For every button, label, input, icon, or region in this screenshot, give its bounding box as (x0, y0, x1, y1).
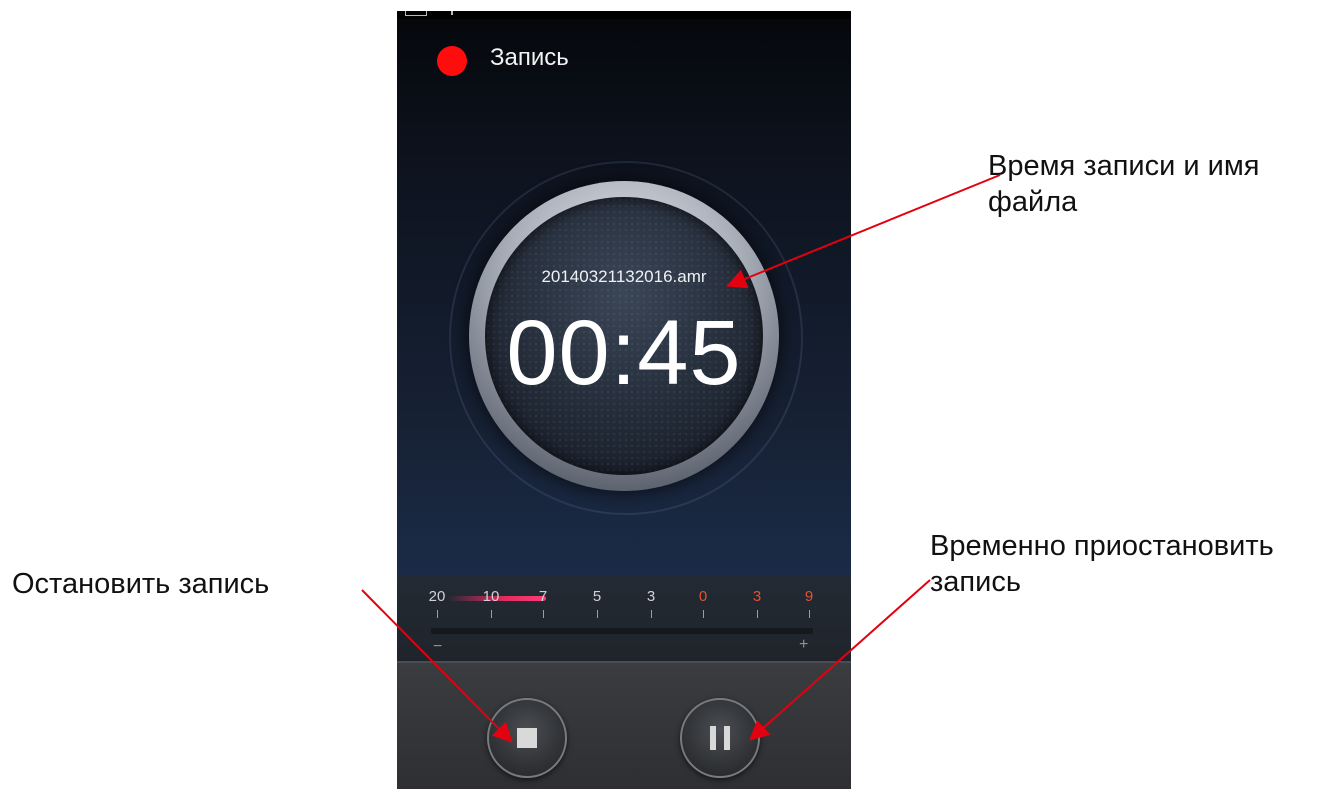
level-meter-scale-label: 3 (752, 588, 762, 605)
level-meter-scale-label: 5 (592, 588, 602, 605)
screen-title: Запись (490, 44, 569, 71)
annotation-pause-recording: Временно приостановить запись (930, 530, 1274, 598)
level-meter-tick (437, 610, 438, 618)
level-meter: 20 10 7 5 3 0 3 9 − + (397, 576, 851, 666)
level-meter-scale-label: 0 (698, 588, 708, 605)
annotation-recording-time-and-filename: Время записи и имя файла (988, 150, 1260, 218)
level-meter-tick (809, 610, 810, 618)
control-bar (397, 661, 851, 789)
recording-filename: 20140321132016.amr (541, 267, 707, 286)
status-notification-icon (405, 11, 427, 16)
dial-face: 20140321132016.amr 00:45 (485, 197, 763, 475)
level-meter-tick (543, 610, 544, 618)
level-meter-tick (491, 610, 492, 618)
level-meter-minus: − (433, 638, 443, 655)
level-meter-scale-label: 20 (428, 588, 446, 605)
status-indicator-icon (451, 11, 453, 15)
status-bar (397, 11, 851, 19)
level-meter-scale-label: 7 (538, 588, 548, 605)
pause-button[interactable] (680, 698, 760, 778)
level-meter-track (431, 628, 813, 634)
level-meter-tick (757, 610, 758, 618)
level-meter-tick (703, 610, 704, 618)
recording-dial: 20140321132016.amr 00:45 (469, 181, 779, 491)
stop-button[interactable] (487, 698, 567, 778)
level-meter-scale-label: 9 (804, 588, 814, 605)
pause-icon (710, 726, 730, 750)
elapsed-time: 00:45 (506, 302, 742, 404)
level-meter-tick (651, 610, 652, 618)
level-meter-plus: + (799, 636, 809, 653)
level-meter-scale-label: 3 (646, 588, 656, 605)
recorder-screen: Запись 20140321132016.amr 00:45 20 10 7 5 3 0… (397, 11, 851, 789)
stop-icon (517, 728, 537, 748)
level-meter-scale-label: 10 (482, 588, 500, 605)
level-meter-tick (597, 610, 598, 618)
annotation-stop-recording: Остановить запись (12, 568, 270, 600)
record-indicator-icon (437, 46, 467, 76)
